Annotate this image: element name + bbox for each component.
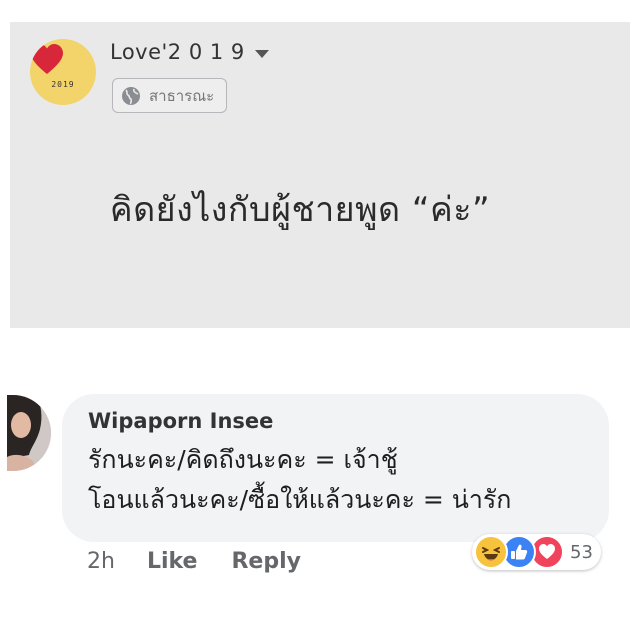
privacy-label: สาธารณะ: [149, 86, 215, 105]
commenter-name[interactable]: Wipaporn Insee: [88, 409, 585, 433]
globe-icon: [122, 86, 140, 105]
comment-line: โอนแล้วนะคะ/ซื้อให้แล้วนะคะ = น่ารัก: [88, 485, 512, 514]
like-button[interactable]: Like: [147, 549, 198, 574]
reply-button[interactable]: Reply: [231, 549, 301, 574]
post-card: 2019 Love'2 0 1 9 สาธารณะ คิดยังไงกับผู้…: [10, 22, 630, 328]
avatar-year-text: 2019: [51, 80, 75, 89]
haha-icon: [474, 535, 508, 569]
post-author-name[interactable]: Love'2 0 1 9: [110, 40, 245, 64]
comment-line: รักนะคะ/คิดถึงนะคะ = เจ้าชู้: [88, 445, 398, 474]
post-text: คิดยังไงกับผู้ชายพูด “ค่ะ”: [109, 190, 491, 230]
reaction-count: 53: [570, 541, 593, 563]
profile-photo: [7, 395, 51, 471]
reactions-summary[interactable]: 53: [472, 534, 601, 570]
post-avatar[interactable]: 2019: [30, 39, 96, 105]
post-author-row: Love'2 0 1 9: [110, 40, 269, 64]
comment-bubble: Wipaporn Insee รักนะคะ/คิดถึงนะคะ = เจ้า…: [62, 394, 609, 542]
comment-timestamp[interactable]: 2h: [87, 549, 115, 574]
comment-actions: 2h Like Reply: [87, 549, 335, 574]
privacy-badge[interactable]: สาธารณะ: [112, 78, 228, 113]
commenter-avatar[interactable]: [7, 395, 51, 471]
heart-icon: [31, 44, 63, 74]
screenshot-root: 2019 Love'2 0 1 9 สาธารณะ คิดยังไงกับผู้…: [0, 0, 640, 640]
chevron-down-icon[interactable]: [254, 49, 269, 58]
